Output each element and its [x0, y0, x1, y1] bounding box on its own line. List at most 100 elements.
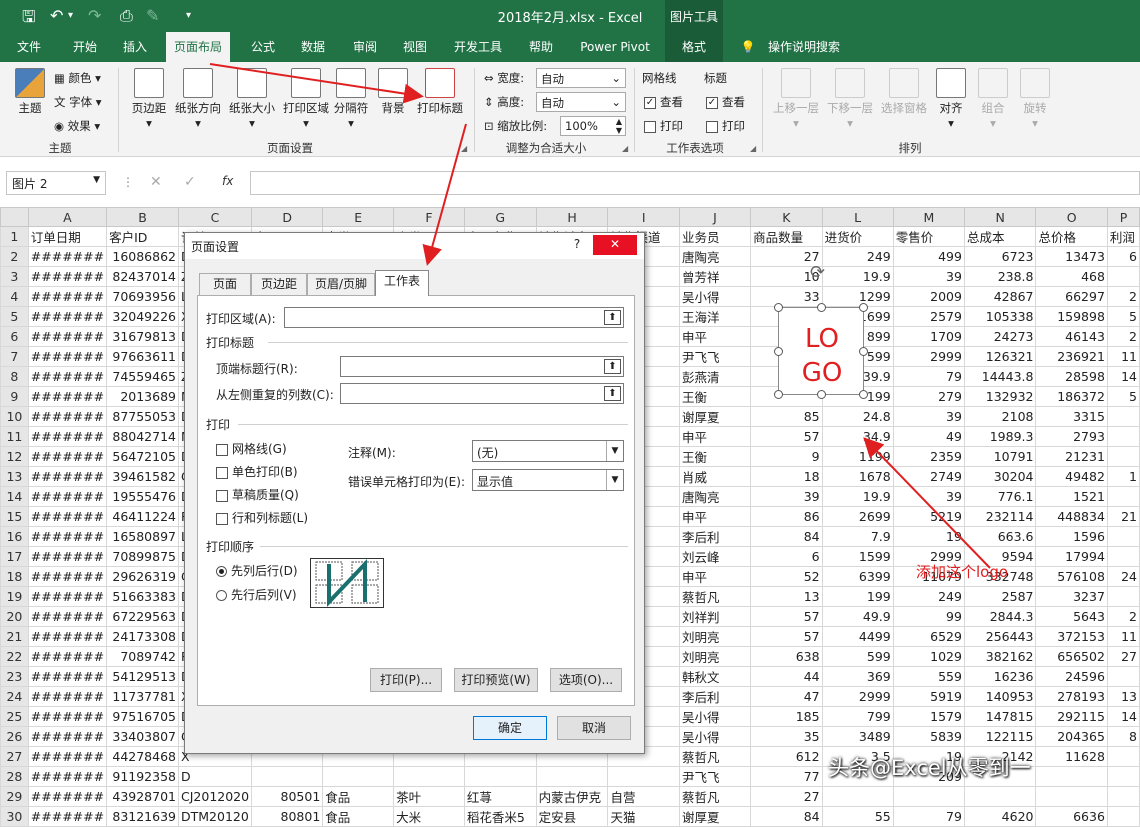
- cell[interactable]: 21: [1106, 506, 1140, 527]
- cell[interactable]: 定安县: [535, 806, 609, 827]
- cell[interactable]: 红荨: [463, 786, 537, 807]
- cell[interactable]: 2359: [892, 446, 965, 467]
- cell[interactable]: #######: [27, 506, 108, 527]
- cell[interactable]: 599: [821, 646, 894, 667]
- cell[interactable]: 638: [750, 646, 823, 667]
- row-header[interactable]: 17: [0, 546, 29, 567]
- cell[interactable]: 122115: [963, 726, 1037, 747]
- cell[interactable]: [322, 766, 395, 787]
- cell[interactable]: 刘祥判: [678, 606, 752, 627]
- cell[interactable]: 87755053: [106, 406, 179, 427]
- cell[interactable]: 799: [821, 706, 894, 727]
- cell[interactable]: 14: [1106, 706, 1140, 727]
- resize-handle[interactable]: [817, 390, 826, 399]
- cell[interactable]: 70899875: [106, 546, 179, 567]
- cell[interactable]: 24273: [963, 326, 1037, 347]
- background-button[interactable]: 背景: [376, 68, 410, 116]
- fx-icon[interactable]: fx: [222, 174, 233, 188]
- cell[interactable]: #######: [27, 426, 108, 447]
- cell[interactable]: 3315: [1035, 406, 1108, 427]
- tab-data[interactable]: 数据: [290, 32, 336, 62]
- tab-page[interactable]: 页面: [199, 273, 251, 295]
- row-header[interactable]: 20: [0, 606, 29, 627]
- breaks-button[interactable]: 分隔符 ▾: [330, 68, 372, 130]
- cell[interactable]: 91192358: [106, 766, 179, 787]
- cell[interactable]: 13473: [1035, 246, 1108, 267]
- cell[interactable]: 利润: [1106, 226, 1140, 247]
- cell[interactable]: 46143: [1035, 326, 1108, 347]
- cell[interactable]: 4499: [821, 626, 894, 647]
- cell[interactable]: 2: [1106, 606, 1140, 627]
- headings-print-checkbox[interactable]: 打印: [706, 118, 745, 134]
- cell[interactable]: 74559465: [106, 366, 179, 387]
- cell[interactable]: 21231: [1035, 446, 1108, 467]
- cell[interactable]: 79: [892, 366, 965, 387]
- cell[interactable]: 126321: [963, 346, 1037, 367]
- cell[interactable]: 236921: [1035, 346, 1108, 367]
- cell[interactable]: 谢厚夏: [678, 806, 752, 827]
- cell[interactable]: 吴小得: [678, 286, 752, 307]
- cell[interactable]: 4620: [963, 806, 1037, 827]
- cell[interactable]: #######: [27, 326, 108, 347]
- cell[interactable]: 46411224: [106, 506, 179, 527]
- column-header[interactable]: E: [322, 207, 395, 227]
- cell[interactable]: 进货价: [821, 226, 894, 247]
- cell[interactable]: 83121639: [106, 806, 179, 827]
- cell[interactable]: #######: [27, 586, 108, 607]
- cell[interactable]: 19555476: [106, 486, 179, 507]
- cell[interactable]: 3489: [821, 726, 894, 747]
- cell[interactable]: 1709: [892, 326, 965, 347]
- cell[interactable]: 王衡: [678, 386, 752, 407]
- column-header[interactable]: D: [251, 207, 324, 227]
- cell[interactable]: 1029: [892, 646, 965, 667]
- resize-handle[interactable]: [774, 347, 783, 356]
- cell[interactable]: 57: [750, 426, 823, 447]
- cell[interactable]: 5: [1106, 386, 1140, 407]
- cell[interactable]: 382162: [963, 646, 1037, 667]
- column-header[interactable]: A: [27, 207, 108, 227]
- cell[interactable]: 238.8: [963, 266, 1037, 287]
- selection-pane-button[interactable]: 选择窗格: [878, 68, 930, 116]
- row-header[interactable]: 4: [0, 286, 29, 307]
- cell[interactable]: 肖威: [678, 466, 752, 487]
- cell[interactable]: #######: [27, 746, 108, 767]
- cell[interactable]: 19.9: [821, 486, 894, 507]
- cell[interactable]: 39: [750, 486, 823, 507]
- row-header[interactable]: 29: [0, 786, 29, 807]
- collapse-dialog-icon[interactable]: ⬆: [604, 359, 621, 374]
- cell[interactable]: 申平: [678, 506, 752, 527]
- cell[interactable]: 86: [750, 506, 823, 527]
- cell[interactable]: 52: [750, 566, 823, 587]
- cell[interactable]: 申平: [678, 326, 752, 347]
- cell[interactable]: 99: [892, 606, 965, 627]
- cell[interactable]: #######: [27, 726, 108, 747]
- row-header[interactable]: 2: [0, 246, 29, 267]
- cell[interactable]: 曾芳祥: [678, 266, 752, 287]
- stepper-arrows-icon[interactable]: ▲ ▼: [616, 117, 622, 135]
- cell[interactable]: #######: [27, 446, 108, 467]
- group-button[interactable]: 组合 ▾: [976, 68, 1010, 130]
- cell[interactable]: #######: [27, 546, 108, 567]
- cell[interactable]: 51663383: [106, 586, 179, 607]
- cell[interactable]: 776.1: [963, 486, 1037, 507]
- cell[interactable]: 27: [1106, 646, 1140, 667]
- cell[interactable]: 27: [750, 786, 823, 807]
- cell[interactable]: #######: [27, 646, 108, 667]
- cell[interactable]: 大米: [393, 806, 465, 827]
- tab-review[interactable]: 审阅: [342, 32, 388, 62]
- cell[interactable]: 1579: [892, 706, 965, 727]
- cell[interactable]: 559: [892, 666, 965, 687]
- cell[interactable]: 39: [892, 486, 965, 507]
- cell[interactable]: 499: [892, 246, 965, 267]
- cell[interactable]: #######: [27, 706, 108, 727]
- cell[interactable]: 44: [750, 666, 823, 687]
- resize-handle[interactable]: [817, 303, 826, 312]
- gridlines-print-checkbox[interactable]: 打印: [644, 118, 683, 134]
- cell[interactable]: 5: [1106, 306, 1140, 327]
- fonts-button[interactable]: 文 字体 ▾: [54, 94, 102, 110]
- cell[interactable]: 食品: [322, 786, 395, 807]
- cell[interactable]: #######: [27, 566, 108, 587]
- resize-handle[interactable]: [774, 390, 783, 399]
- cell[interactable]: 11: [1106, 346, 1140, 367]
- print-area-button[interactable]: 打印区域 ▾: [280, 68, 332, 130]
